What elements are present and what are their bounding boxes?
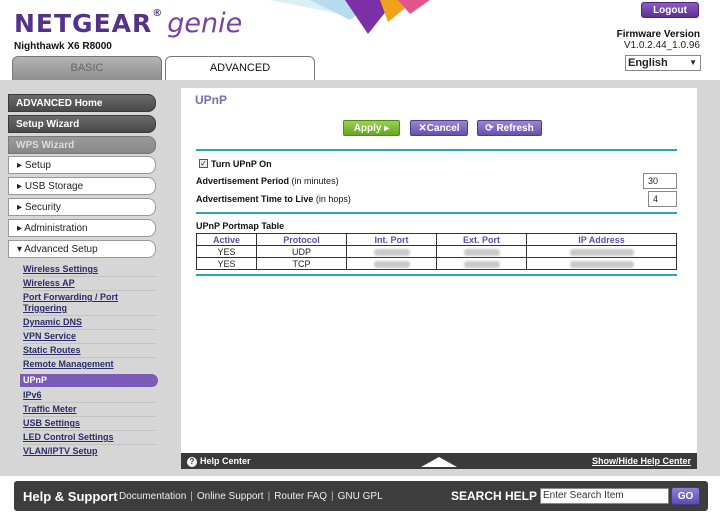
cancel-button[interactable]: ✕Cancel bbox=[410, 120, 468, 136]
link-separator: | bbox=[267, 491, 271, 502]
cell-protocol: TCP bbox=[256, 257, 347, 270]
sub-item-port-forwarding[interactable]: Port Forwarding / Port Triggering bbox=[23, 292, 133, 314]
column-header-int-port: Int. Port bbox=[346, 233, 437, 246]
advertisement-period-label: Advertisement Period (in minutes) bbox=[196, 176, 339, 186]
column-header-ext-port: Ext. Port bbox=[436, 233, 527, 246]
sub-item-wireless-settings[interactable]: Wireless Settings bbox=[23, 264, 156, 275]
main-panel bbox=[181, 88, 697, 453]
footer-link-gnu-gpl[interactable]: GNU GPL bbox=[338, 491, 383, 502]
turn-upnp-on-checkbox[interactable]: ✓ bbox=[199, 159, 208, 168]
divider bbox=[23, 329, 156, 330]
turn-upnp-on-label: Turn UPnP On bbox=[211, 159, 272, 169]
link-separator: | bbox=[190, 491, 193, 502]
search-help-label: SEARCH HELP bbox=[451, 489, 538, 503]
sidebar-item-security[interactable]: ▸ Security bbox=[8, 198, 156, 216]
footer-link-online-support[interactable]: Online Support bbox=[197, 491, 264, 502]
sub-item-static-routes[interactable]: Static Routes bbox=[23, 345, 156, 356]
help-center-link[interactable]: ? Help Center bbox=[187, 453, 251, 469]
firmware-version-value: V1.0.2.44_1.0.96 bbox=[623, 40, 700, 51]
refresh-button[interactable]: ⟳ Refresh bbox=[477, 120, 542, 136]
table-row: YES TCP bbox=[196, 257, 677, 270]
divider bbox=[23, 357, 156, 358]
sub-item-dynamic-dns[interactable]: Dynamic DNS bbox=[23, 317, 156, 328]
sub-item-led-control[interactable]: LED Control Settings bbox=[23, 432, 156, 443]
sidebar-item-setup-wizard[interactable]: Setup Wizard bbox=[8, 115, 156, 133]
sidebar-item-administration[interactable]: ▸ Administration bbox=[8, 219, 156, 237]
table-header-row: Active Protocol Int. Port Ext. Port IP A… bbox=[196, 233, 677, 246]
divider bbox=[23, 416, 156, 417]
divider bbox=[196, 212, 677, 214]
language-select[interactable]: English ▼ bbox=[625, 55, 701, 71]
divider bbox=[23, 315, 156, 316]
divider bbox=[23, 430, 156, 431]
cell-protocol: UDP bbox=[256, 245, 347, 258]
column-header-active: Active bbox=[196, 233, 257, 246]
sub-item-traffic-meter[interactable]: Traffic Meter bbox=[23, 404, 156, 415]
cell-ext-port-redacted bbox=[436, 245, 527, 258]
divider bbox=[23, 343, 156, 344]
sub-item-ipv6[interactable]: IPv6 bbox=[23, 390, 156, 401]
cell-ext-port-redacted bbox=[436, 257, 527, 270]
sub-item-wireless-ap[interactable]: Wireless AP bbox=[23, 278, 156, 289]
sidebar-item-label: Advanced Setup bbox=[24, 244, 98, 255]
sub-item-remote-management[interactable]: Remote Management bbox=[23, 359, 156, 370]
sidebar-item-setup[interactable]: ▸ Setup bbox=[8, 156, 156, 174]
dropdown-arrow-icon: ▼ bbox=[689, 58, 697, 67]
sidebar-item-label: Setup bbox=[24, 160, 51, 171]
footer-link-documentation[interactable]: Documentation bbox=[119, 491, 186, 502]
expand-up-arrow-icon[interactable] bbox=[421, 457, 457, 467]
sidebar-item-label: Security bbox=[24, 202, 61, 213]
advertisement-ttl-label: Advertisement Time to Live (in hops) bbox=[196, 194, 351, 204]
cell-ip-address-redacted bbox=[526, 245, 677, 258]
sidebar-item-label: USB Storage bbox=[24, 181, 84, 192]
sidebar-item-usb-storage[interactable]: ▸ USB Storage bbox=[8, 177, 156, 195]
divider bbox=[23, 276, 156, 277]
cell-ip-address-redacted bbox=[526, 257, 677, 270]
sub-item-usb-settings[interactable]: USB Settings bbox=[23, 418, 156, 429]
divider bbox=[23, 444, 156, 445]
apply-button[interactable]: Apply ▸ bbox=[343, 120, 400, 136]
page-title: UPnP bbox=[195, 93, 228, 107]
advertisement-ttl-input[interactable]: 4 bbox=[648, 191, 677, 207]
portmap-table-title: UPnP Portmap Table bbox=[196, 221, 285, 231]
search-help-input[interactable]: Enter Search Item bbox=[540, 488, 669, 504]
sidebar-item-wps-wizard: WPS Wizard bbox=[8, 136, 156, 154]
sub-item-upnp[interactable]: UPnP bbox=[20, 374, 158, 387]
search-go-button[interactable]: GO bbox=[671, 487, 700, 505]
help-question-icon: ? bbox=[187, 457, 197, 467]
footer-links: Documentation | Online Support | Router FAQ |… bbox=[119, 491, 383, 502]
help-center-bar: ? Help Center Show/Hide Help Center bbox=[181, 453, 697, 469]
netgear-genie-logo: NETGEAR® genie bbox=[14, 8, 243, 39]
logout-button[interactable]: Logout bbox=[641, 2, 699, 18]
brand-decoration-graphic bbox=[270, 0, 430, 34]
sub-item-vlan-iptv[interactable]: VLAN/IPTV Setup bbox=[23, 446, 156, 457]
column-header-protocol: Protocol bbox=[256, 233, 347, 246]
tab-advanced[interactable]: ADVANCED bbox=[165, 56, 315, 81]
sidebar-item-advanced-home[interactable]: ADVANCED Home bbox=[8, 94, 156, 112]
header: NETGEAR® genie Nighthawk X6 R8000 Logout … bbox=[0, 0, 720, 81]
link-separator: | bbox=[331, 491, 334, 502]
column-header-ip-address: IP Address bbox=[526, 233, 677, 246]
divider bbox=[196, 274, 677, 276]
cell-int-port-redacted bbox=[346, 245, 437, 258]
sub-item-vpn-service[interactable]: VPN Service bbox=[23, 331, 156, 342]
cell-active: YES bbox=[196, 257, 257, 270]
advertisement-period-input[interactable]: 30 bbox=[643, 173, 677, 189]
tab-basic[interactable]: BASIC bbox=[12, 56, 162, 80]
divider bbox=[23, 290, 156, 291]
cell-active: YES bbox=[196, 245, 257, 258]
divider bbox=[196, 149, 677, 151]
show-hide-help-center-link[interactable]: Show/Hide Help Center bbox=[592, 453, 691, 469]
router-model: Nighthawk X6 R8000 bbox=[14, 41, 112, 52]
divider bbox=[23, 402, 156, 403]
help-support-title: Help & Support bbox=[23, 489, 118, 504]
footer-link-router-faq[interactable]: Router FAQ bbox=[274, 491, 327, 502]
cell-int-port-redacted bbox=[346, 257, 437, 270]
footer: Help & Support Documentation | Online Supp… bbox=[14, 481, 708, 511]
table-row: YES UDP bbox=[196, 245, 677, 258]
firmware-version-label: Firmware Version bbox=[616, 29, 700, 40]
sidebar-item-label: Administration bbox=[24, 223, 88, 234]
portmap-table: Active Protocol Int. Port Ext. Port IP A… bbox=[196, 233, 677, 270]
sidebar-item-advanced-setup[interactable]: ▾ Advanced Setup bbox=[8, 240, 156, 258]
